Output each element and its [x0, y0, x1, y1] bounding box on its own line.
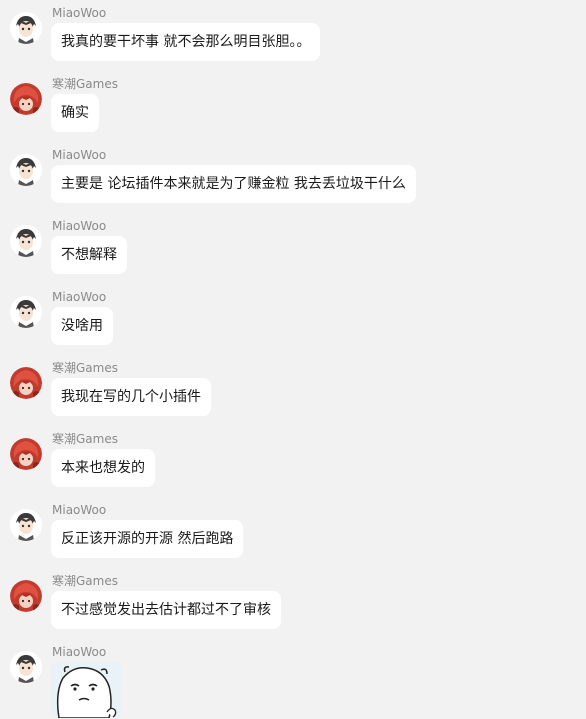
sender-name: MiaoWoo: [52, 290, 107, 304]
anime-boy-avatar-icon[interactable]: [10, 296, 42, 328]
sender-name: 寒潮Games: [52, 432, 118, 446]
anime-boy-avatar-icon[interactable]: [10, 225, 42, 257]
message-item: 寒潮Games 确实: [0, 77, 586, 154]
sender-name: MiaoWoo: [52, 503, 107, 517]
anime-boy-avatar-icon[interactable]: [10, 509, 42, 541]
message-bubble[interactable]: 没啥用: [51, 307, 113, 345]
message-item: MiaoWoo: [0, 645, 586, 719]
anime-boy-avatar-icon[interactable]: [10, 12, 42, 44]
anime-boy-avatar-icon[interactable]: [10, 154, 42, 186]
chat-message-list[interactable]: MiaoWoo 我真的要干坏事 就不会那么明目张胆。。 寒潮Games 确实 M…: [0, 0, 586, 719]
message-item: MiaoWoo 没啥用: [0, 290, 586, 367]
meme-face-sticker[interactable]: [51, 662, 121, 718]
message-item: MiaoWoo 不想解释: [0, 219, 586, 296]
sender-name: 寒潮Games: [52, 77, 118, 91]
sender-name: MiaoWoo: [52, 148, 107, 162]
sender-name: MiaoWoo: [52, 6, 107, 20]
message-item: 寒潮Games 本来也想发的: [0, 432, 586, 509]
message-bubble[interactable]: 不想解释: [51, 236, 127, 274]
message-bubble[interactable]: 我现在写的几个小插件: [51, 378, 211, 416]
sender-name: MiaoWoo: [52, 219, 107, 233]
sender-name: 寒潮Games: [52, 361, 118, 375]
red-hair-avatar-icon[interactable]: [10, 367, 42, 399]
message-bubble[interactable]: 不过感觉发出去估计都过不了审核: [51, 591, 281, 629]
red-hair-avatar-icon[interactable]: [10, 580, 42, 612]
anime-boy-avatar-icon[interactable]: [10, 651, 42, 683]
message-bubble[interactable]: 确实: [51, 94, 99, 132]
red-hair-avatar-icon[interactable]: [10, 83, 42, 115]
message-bubble[interactable]: 反正该开源的开源 然后跑路: [51, 520, 244, 558]
message-item: 寒潮Games 不过感觉发出去估计都过不了审核: [0, 574, 586, 651]
message-bubble[interactable]: 主要是 论坛插件本来就是为了赚金粒 我去丢垃圾干什么: [51, 165, 416, 203]
red-hair-avatar-icon[interactable]: [10, 438, 42, 470]
message-item: MiaoWoo 主要是 论坛插件本来就是为了赚金粒 我去丢垃圾干什么: [0, 148, 586, 225]
sender-name: MiaoWoo: [52, 645, 107, 659]
message-bubble[interactable]: 我真的要干坏事 就不会那么明目张胆。。: [51, 23, 321, 61]
message-bubble[interactable]: 本来也想发的: [51, 449, 155, 487]
message-item: 寒潮Games 我现在写的几个小插件: [0, 361, 586, 438]
sender-name: 寒潮Games: [52, 574, 118, 588]
message-item: MiaoWoo 反正该开源的开源 然后跑路: [0, 503, 586, 580]
message-item: MiaoWoo 我真的要干坏事 就不会那么明目张胆。。: [0, 6, 586, 83]
